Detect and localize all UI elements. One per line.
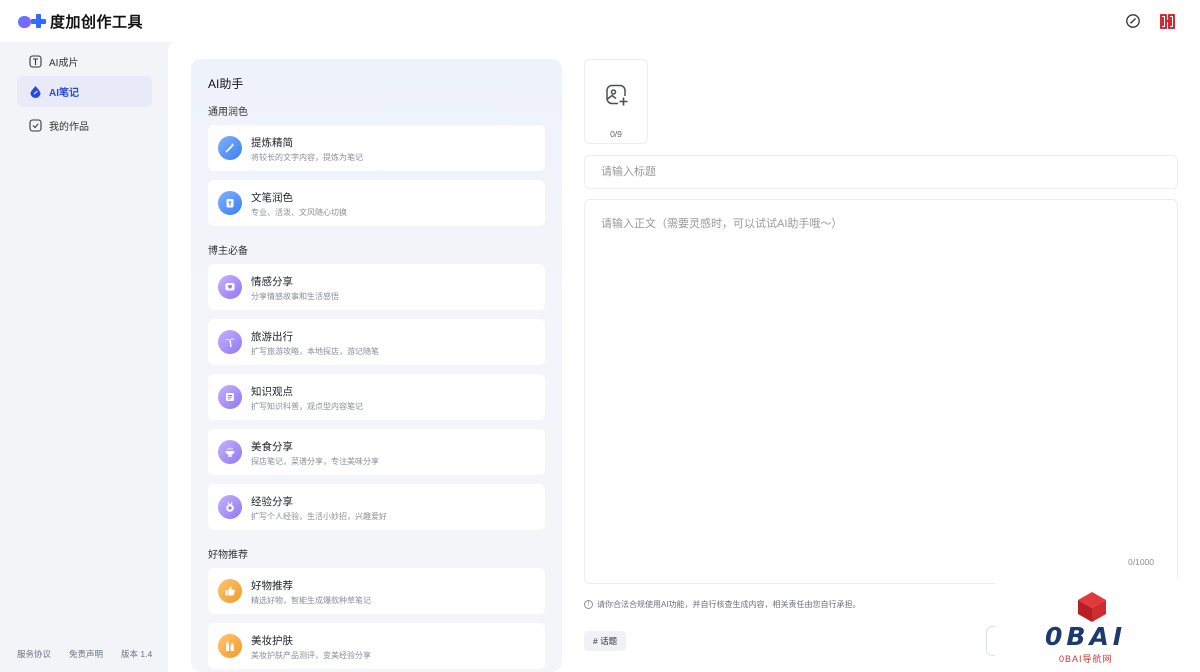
thumbs-up-icon <box>218 579 242 603</box>
sidebar: AI成片 AI笔记 我的作品 服务协议 免责声明 版本 1.4 <box>0 42 168 672</box>
image-upload-button[interactable]: 0/9 <box>584 59 648 144</box>
sidebar-item-ai-video[interactable]: AI成片 <box>17 46 152 77</box>
ai-card-travel[interactable]: 旅游出行 扩写旅游攻略，本地探店，游记随笔 <box>208 319 545 365</box>
heart-chat-icon <box>218 275 242 299</box>
check-box-icon <box>28 119 42 133</box>
ai-card-knowledge[interactable]: 知识观点 扩写知识科普，观点型内容笔记 <box>208 374 545 420</box>
watermark-brand: 0BAI <box>1045 622 1127 651</box>
title-input[interactable] <box>584 155 1178 189</box>
add-image-icon <box>605 83 629 107</box>
sidebar-item-ai-notes[interactable]: AI笔记 <box>17 76 152 107</box>
card-title: 提炼精简 <box>251 137 293 149</box>
card-description: 扩写知识科普，观点型内容笔记 <box>251 402 363 411</box>
sidebar-item-label: AI笔记 <box>49 88 79 99</box>
app-title: 度加创作工具 <box>50 13 144 31</box>
app-logo[interactable]: 度加创作工具 <box>18 11 143 32</box>
card-title: 知识观点 <box>251 386 293 398</box>
sidebar-item-my-works[interactable]: 我的作品 <box>17 110 152 141</box>
document-icon <box>218 385 242 409</box>
user-avatar-icon[interactable] <box>1158 12 1176 30</box>
card-description: 分享情感故事和生活感悟 <box>251 292 339 301</box>
topic-button[interactable]: # 话题 <box>584 631 627 651</box>
ai-card-emotion[interactable]: 情感分享 分享情感故事和生活感悟 <box>208 264 545 310</box>
ai-card-recommend[interactable]: 好物推荐 精选好物，智能生成爆款种草笔记 <box>208 568 545 614</box>
card-title: 情感分享 <box>251 276 293 288</box>
card-description: 专业、活泼、文风随心切换 <box>251 208 347 217</box>
info-icon: ! <box>584 600 593 609</box>
ai-card-summarize[interactable]: 提炼精简 将较长的文字内容，提炼为笔记 <box>208 125 545 171</box>
ai-assistant-panel: AI助手 通用润色 提炼精简 将较长的文字内容，提炼为笔记 文笔润色 专业、活泼… <box>191 59 562 672</box>
edit-icon[interactable] <box>1124 12 1142 30</box>
card-description: 美妆护肤产品测评，变美经验分享 <box>251 651 371 660</box>
version-label: 版本 1.4 <box>121 649 153 659</box>
card-description: 探店笔记，菜谱分享，专注美味分享 <box>251 457 379 466</box>
card-title: 好物推荐 <box>251 580 293 592</box>
site-watermark: 0BAI 0BAI导航网 <box>995 578 1200 672</box>
card-description: 扩写旅游攻略，本地探店，游记随笔 <box>251 347 379 356</box>
ai-card-beauty[interactable]: 美妆护肤 美妆护肤产品测评，变美经验分享 <box>208 623 545 669</box>
sidebar-item-label: 我的作品 <box>49 122 89 133</box>
card-description: 扩写个人经验，生活小妙招，兴趣爱好 <box>251 512 387 521</box>
sidebar-item-label: AI成片 <box>49 58 79 69</box>
section-title: 好物推荐 <box>208 550 248 561</box>
image-count: 0/9 <box>610 129 622 139</box>
card-title: 经验分享 <box>251 496 293 508</box>
template-icon <box>28 55 42 69</box>
magic-wand-icon <box>218 136 242 160</box>
card-title: 美食分享 <box>251 441 293 453</box>
ai-card-polish[interactable]: 文笔润色 专业、活泼、文风随心切换 <box>208 180 545 226</box>
droplet-icon <box>28 85 42 99</box>
paint-bucket-icon <box>218 191 242 215</box>
ai-panel-title: AI助手 <box>208 77 244 91</box>
body-textarea[interactable] <box>584 199 1178 584</box>
top-bar: 度加创作工具 <box>0 0 1200 42</box>
medal-icon <box>218 495 242 519</box>
card-title: 文笔润色 <box>251 192 293 204</box>
terms-link[interactable]: 服务协议 <box>17 648 51 660</box>
card-title: 旅游出行 <box>251 331 293 343</box>
disclaimer-link[interactable]: 免责声明 <box>69 648 103 660</box>
section-title: 博主必备 <box>208 246 248 257</box>
card-description: 精选好物，智能生成爆款种草笔记 <box>251 596 371 605</box>
notice-text: 请你合法合规使用AI功能，并自行核查生成内容，相关责任由您自行承担。 <box>597 600 861 609</box>
palm-tree-icon <box>218 330 242 354</box>
watermark-subtitle: 0BAI导航网 <box>1059 654 1113 664</box>
ai-card-experience[interactable]: 经验分享 扩写个人经验，生活小妙招，兴趣爱好 <box>208 484 545 530</box>
card-description: 将较长的文字内容，提炼为笔记 <box>251 153 363 162</box>
sidebar-footer: 服务协议 免责声明 版本 1.4 <box>17 648 152 660</box>
ai-card-food[interactable]: 美食分享 探店笔记，菜谱分享，专注美味分享 <box>208 429 545 475</box>
logo-mark-icon <box>18 14 46 28</box>
usage-notice: ! 请你合法合规使用AI功能，并自行核查生成内容，相关责任由您自行承担。 <box>584 599 861 610</box>
char-counter: 0/1000 <box>1128 557 1154 567</box>
card-title: 美妆护肤 <box>251 635 293 647</box>
cosmetics-icon <box>218 634 242 658</box>
section-title: 通用润色 <box>208 107 248 118</box>
food-bowl-icon <box>218 440 242 464</box>
